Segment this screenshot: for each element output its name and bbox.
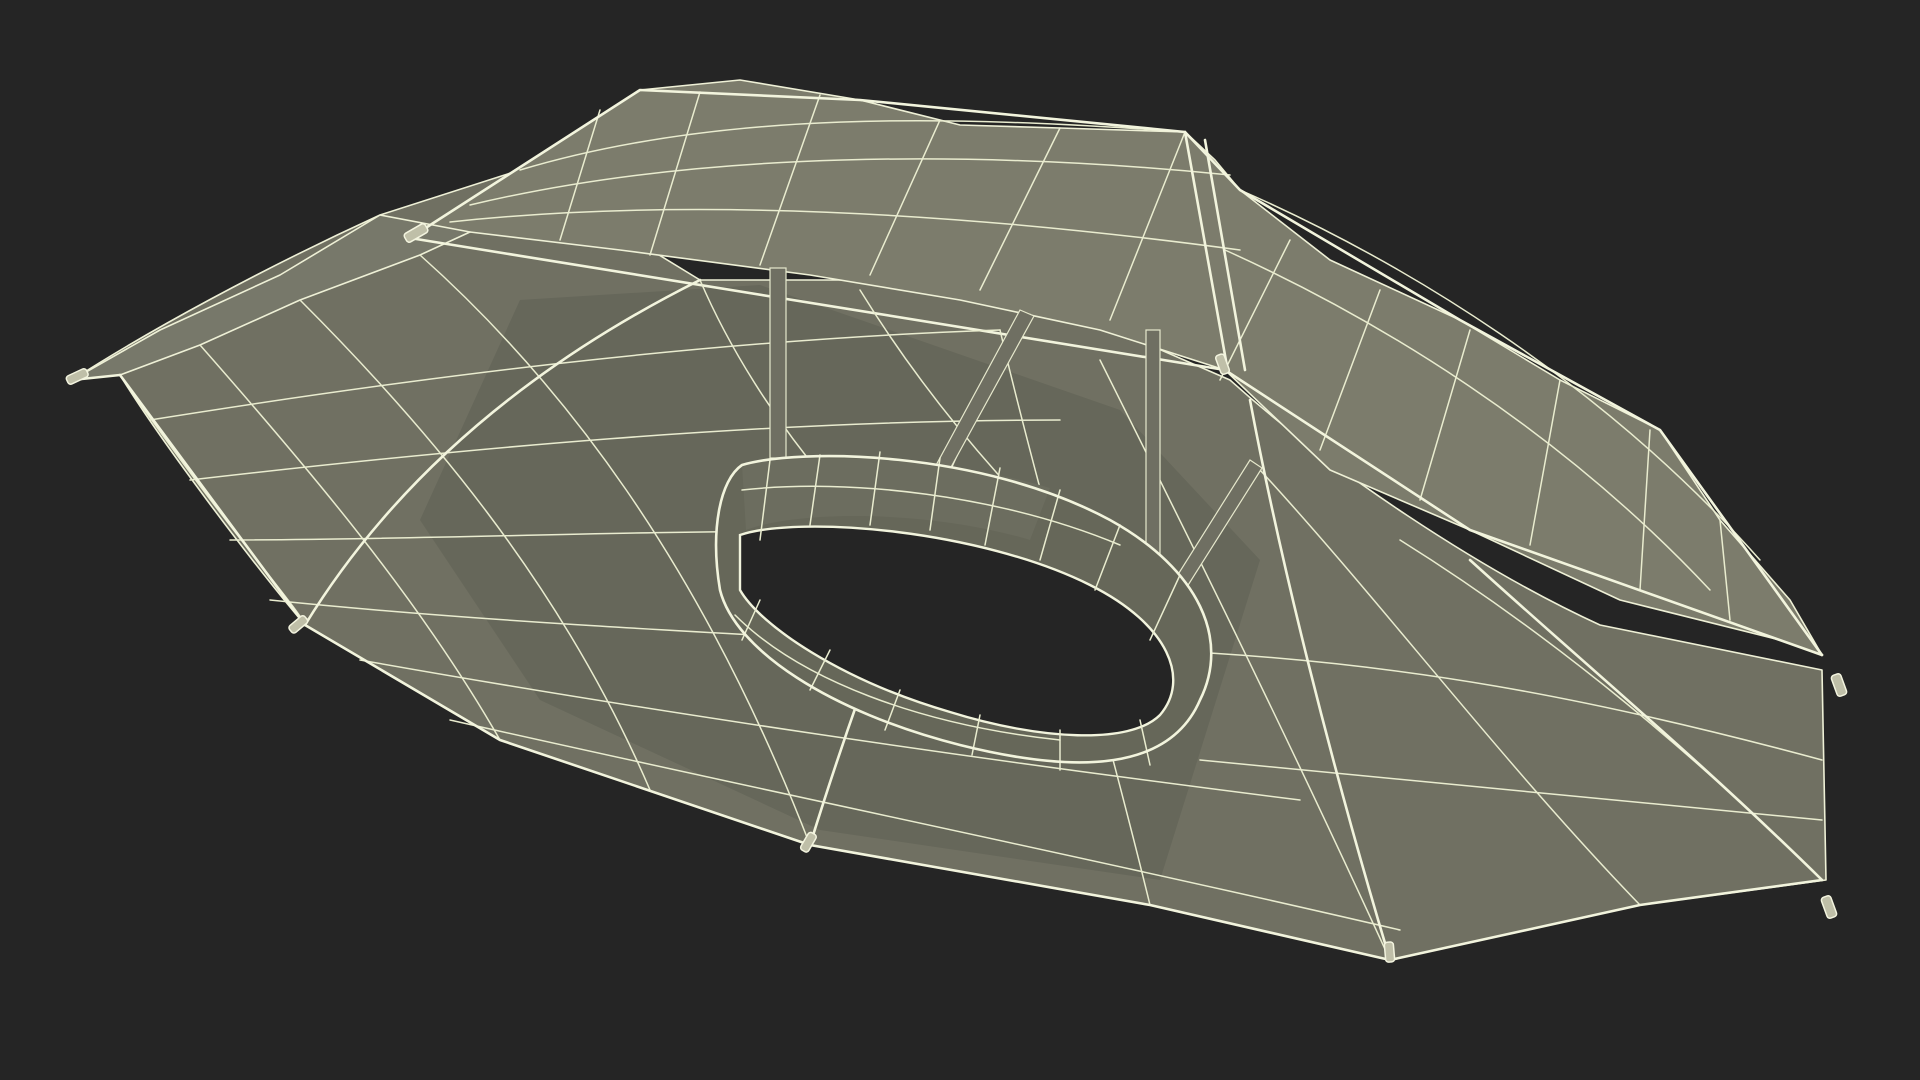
rib-tip-left (65, 367, 89, 385)
rib-tip-right (1830, 673, 1848, 697)
rib-tip-bottom-right (1820, 895, 1838, 919)
umbrella-render-canvas (65, 79, 1848, 963)
rib-tip-bottom-center (1383, 941, 1396, 963)
